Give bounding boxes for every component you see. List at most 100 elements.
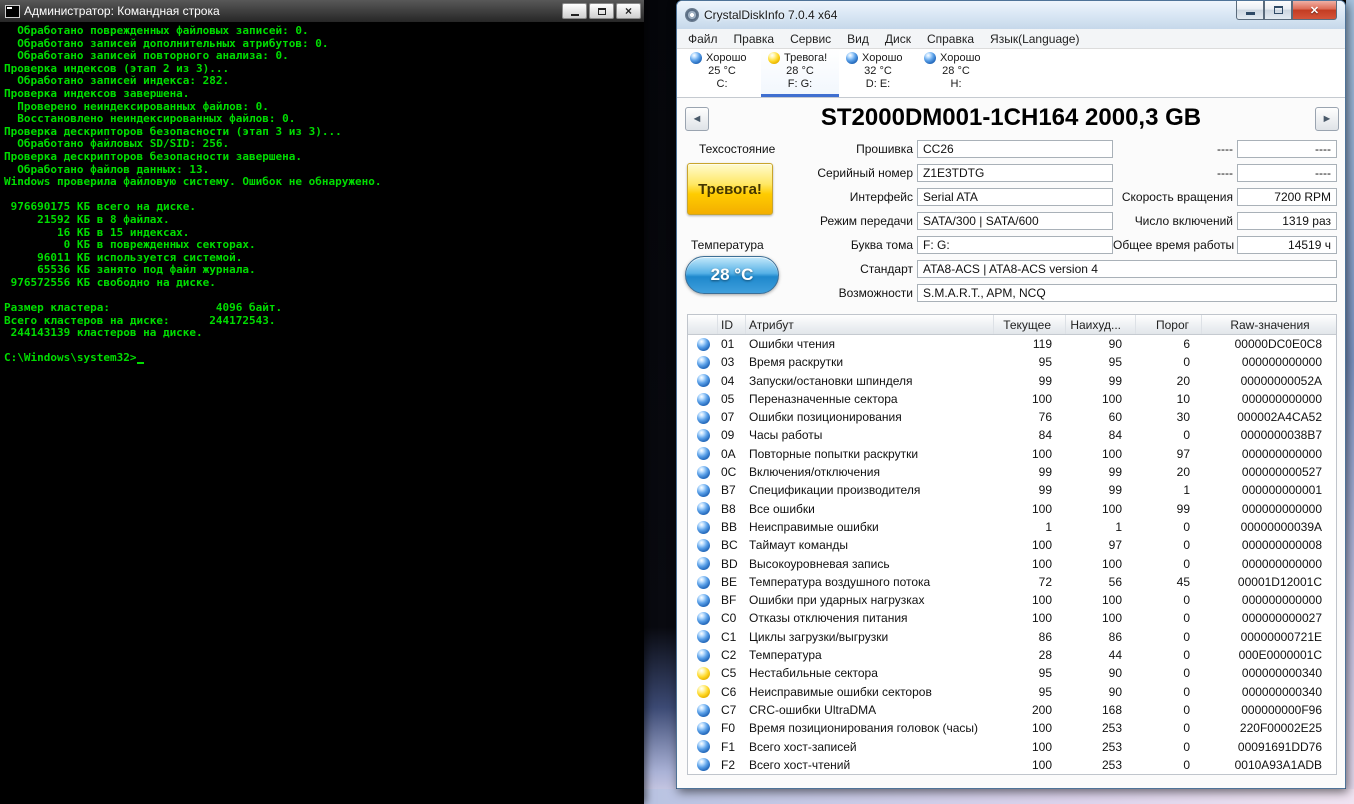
drive-status-label: Хорошо xyxy=(706,52,747,64)
smart-threshold: 0 xyxy=(1136,683,1202,701)
drive-letters: H: xyxy=(924,78,988,90)
close-button[interactable]: × xyxy=(616,3,641,19)
table-row[interactable]: C6Неисправимые ошибки секторов9590000000… xyxy=(688,683,1336,701)
smart-current: 100 xyxy=(994,390,1066,408)
field-value: ---- xyxy=(1237,164,1337,182)
field-value: ATA8-ACS | ATA8-ACS version 4 xyxy=(917,260,1337,278)
field-label: Возможности xyxy=(677,286,913,300)
table-row[interactable]: F0Время позиционирования головок (часы)1… xyxy=(688,719,1336,737)
cmd-titlebar[interactable]: Администратор: Командная строка × xyxy=(0,0,644,22)
drive-temp: 28 °C xyxy=(768,65,832,77)
smart-current: 84 xyxy=(994,426,1066,444)
smart-attribute: Ошибки при ударных нагрузках xyxy=(746,591,994,609)
table-row[interactable]: 0CВключения/отключения999920000000000527 xyxy=(688,463,1336,481)
table-row[interactable]: B8Все ошибки10010099000000000000 xyxy=(688,500,1336,518)
menu-item[interactable]: Диск xyxy=(877,29,919,49)
smart-status-icon xyxy=(697,758,710,771)
smart-raw: 000000000000 xyxy=(1202,555,1338,573)
drive-item[interactable]: Хорошо32 °CD: E: xyxy=(839,49,917,97)
table-row[interactable]: BCТаймаут команды100970000000000008 xyxy=(688,536,1336,554)
maximize-button[interactable] xyxy=(589,3,614,19)
table-row[interactable]: F1Всего хост-записей100253000091691DD76 xyxy=(688,738,1336,756)
smart-worst: 100 xyxy=(1066,555,1136,573)
smart-current: 95 xyxy=(994,683,1066,701)
menu-item[interactable]: Правка xyxy=(726,29,783,49)
smart-worst: 99 xyxy=(1066,481,1136,499)
table-row[interactable]: BEТемпература воздушного потока725645000… xyxy=(688,573,1336,591)
smart-id: B7 xyxy=(718,481,746,499)
close-button[interactable]: ✕ xyxy=(1292,1,1337,20)
smart-status-icon xyxy=(697,704,710,717)
smart-attribute: Часы работы xyxy=(746,426,994,444)
menu-item[interactable]: Вид xyxy=(839,29,877,49)
smart-current: 100 xyxy=(994,609,1066,627)
next-disk-button[interactable]: ► xyxy=(1315,107,1339,131)
smart-current: 76 xyxy=(994,408,1066,426)
smart-worst: 100 xyxy=(1066,500,1136,518)
menu-item[interactable]: Сервис xyxy=(782,29,839,49)
cmd-title: Администратор: Командная строка xyxy=(24,4,562,18)
table-row[interactable]: 0AПовторные попытки раскрутки10010097000… xyxy=(688,445,1336,463)
smart-id: F0 xyxy=(718,719,746,737)
smart-raw: 000000000527 xyxy=(1202,463,1338,481)
table-row[interactable]: 03Время раскрутки95950000000000000 xyxy=(688,353,1336,371)
table-row[interactable]: 05Переназначенные сектора100100100000000… xyxy=(688,390,1336,408)
smart-raw: 0000000038B7 xyxy=(1202,426,1338,444)
drive-item[interactable]: Хорошо25 °CC: xyxy=(683,49,761,97)
smart-current: 100 xyxy=(994,500,1066,518)
smart-threshold: 0 xyxy=(1136,555,1202,573)
smart-header-status xyxy=(688,315,718,334)
smart-table-header: IDАтрибутТекущееНаихуд...ПорогRaw-значен… xyxy=(688,315,1336,335)
close-icon: ✕ xyxy=(1310,4,1319,17)
table-row[interactable]: C5Нестабильные сектора95900000000000340 xyxy=(688,664,1336,682)
console-output[interactable]: Обработано поврежденных файловых записей… xyxy=(0,22,644,365)
table-row[interactable]: B7Спецификации производителя999910000000… xyxy=(688,481,1336,499)
drive-item[interactable]: Тревога!28 °CF: G: xyxy=(761,49,839,97)
menu-item[interactable]: Справка xyxy=(919,29,982,49)
smart-status-icon xyxy=(697,411,710,424)
smart-status-icon xyxy=(697,667,710,680)
smart-id: C2 xyxy=(718,646,746,664)
smart-raw: 00000DC0E0C8 xyxy=(1202,335,1338,353)
table-row[interactable]: C1Циклы загрузки/выгрузки868600000000072… xyxy=(688,628,1336,646)
smart-status-icon xyxy=(697,630,710,643)
smart-worst: 84 xyxy=(1066,426,1136,444)
table-row[interactable]: BFОшибки при ударных нагрузках1001000000… xyxy=(688,591,1336,609)
smart-status-icon xyxy=(697,374,710,387)
smart-id: 07 xyxy=(718,408,746,426)
menu-item[interactable]: Язык(Language) xyxy=(982,29,1087,49)
smart-current: 99 xyxy=(994,463,1066,481)
smart-current: 100 xyxy=(994,536,1066,554)
table-row[interactable]: C7CRC-ошибки UltraDMA2001680000000000F96 xyxy=(688,701,1336,719)
table-row[interactable]: 07Ошибки позиционирования766030000002A4C… xyxy=(688,408,1336,426)
crystaldiskinfo-window: CrystalDiskInfo 7.0.4 x64 ✕ ФайлПравкаСе… xyxy=(676,0,1346,789)
smart-attribute: Отказы отключения питания xyxy=(746,609,994,627)
field-label: Стандарт xyxy=(677,262,913,276)
smart-attribute: CRC-ошибки UltraDMA xyxy=(746,701,994,719)
table-row[interactable]: 04Запуски/остановки шпинделя999920000000… xyxy=(688,372,1336,390)
minimize-button[interactable] xyxy=(562,3,587,19)
prev-disk-button[interactable]: ◄ xyxy=(685,107,709,131)
smart-threshold: 0 xyxy=(1136,701,1202,719)
table-row[interactable]: F2Всего хост-чтений10025300010A93A1ADB xyxy=(688,756,1336,774)
smart-worst: 253 xyxy=(1066,756,1136,774)
smart-worst: 168 xyxy=(1066,701,1136,719)
table-row[interactable]: BBНеисправимые ошибки11000000000039A xyxy=(688,518,1336,536)
minimize-button[interactable] xyxy=(1236,1,1264,20)
drive-item[interactable]: Хорошо28 °CH: xyxy=(917,49,995,97)
table-row[interactable]: 09Часы работы848400000000038B7 xyxy=(688,426,1336,444)
smart-id: B8 xyxy=(718,500,746,518)
maximize-button[interactable] xyxy=(1264,1,1292,20)
smart-raw: 00000000721E xyxy=(1202,628,1338,646)
table-row[interactable]: C2Температура28440000E0000001C xyxy=(688,646,1336,664)
smart-threshold: 20 xyxy=(1136,372,1202,390)
smart-raw: 220F00002E25 xyxy=(1202,719,1338,737)
smart-status-icon xyxy=(697,447,710,460)
table-row[interactable]: 01Ошибки чтения11990600000DC0E0C8 xyxy=(688,335,1336,353)
smart-raw: 000000000000 xyxy=(1202,500,1338,518)
smart-worst: 95 xyxy=(1066,353,1136,371)
table-row[interactable]: BDВысокоуровневая запись1001000000000000… xyxy=(688,555,1336,573)
menu-item[interactable]: Файл xyxy=(680,29,726,49)
table-row[interactable]: C0Отказы отключения питания1001000000000… xyxy=(688,609,1336,627)
smart-current: 99 xyxy=(994,481,1066,499)
